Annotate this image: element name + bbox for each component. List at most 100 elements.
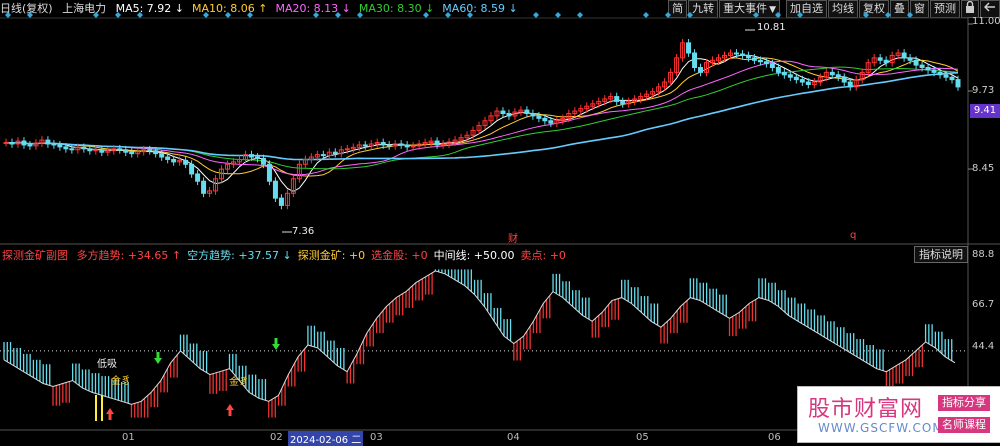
sell-arrow-icon: [154, 352, 162, 364]
candle-body: [344, 148, 350, 151]
candle-body: [27, 144, 33, 147]
candle-body: [620, 100, 626, 105]
candle-body: [913, 59, 919, 66]
candle-body: [69, 148, 75, 151]
finance-marker[interactable]: 财: [508, 230, 518, 245]
candle-body: [410, 145, 416, 148]
candle-body: [260, 157, 266, 165]
candle-body: [781, 71, 787, 76]
indicator-item: 选金股: +0: [371, 249, 428, 262]
candle-body: [500, 110, 506, 114]
candle-body: [278, 197, 284, 206]
candle-body: [949, 76, 955, 81]
event-diamond-icon: [665, 12, 671, 18]
candle-body: [955, 79, 961, 88]
candle-body: [201, 180, 207, 194]
high-price-label: 10.81: [757, 22, 786, 33]
event-diamond-icon: [335, 12, 341, 18]
event-diamond-icon: [247, 12, 253, 18]
candle-body: [332, 151, 338, 155]
candle-body: [907, 57, 913, 61]
candle-body: [919, 64, 925, 69]
candle-body: [254, 156, 260, 159]
price-axis-low: 8.45: [972, 163, 995, 174]
candle-body: [9, 142, 15, 145]
candle-body: [805, 81, 811, 85]
event-diamond-icon: [357, 12, 363, 18]
candle-body: [171, 158, 177, 163]
candle-body: [548, 120, 554, 124]
jinsui-label-1: 金豸: [111, 376, 131, 387]
q-marker[interactable]: q: [850, 230, 856, 241]
event-diamond-icon: [423, 12, 429, 18]
indicator-axis-low: 44.4: [972, 341, 995, 352]
ma-line-ma60: [5, 72, 959, 161]
candle-body: [692, 52, 698, 69]
candle-body: [45, 139, 51, 145]
candle-body: [63, 146, 69, 150]
candle-body: [248, 154, 254, 158]
candle-body: [775, 67, 781, 73]
event-diamond-icon: [863, 12, 869, 18]
candle-body: [536, 115, 542, 119]
date-highlight: 2024-02-06 二: [288, 431, 364, 446]
indicator-item: 卖点: +0: [520, 249, 566, 262]
candle-body: [686, 42, 692, 54]
candle-body: [739, 53, 745, 56]
candle-body: [931, 69, 937, 73]
indicator-item: 中间线: +50.00: [433, 249, 515, 262]
watermark-badge-course: 名师课程: [938, 417, 990, 433]
current-price-tag: 9.41: [970, 104, 1000, 118]
candle-body: [57, 144, 63, 148]
x-label-05: 05: [636, 432, 649, 443]
indicator-item: 空方趋势: +37.57 ↓: [187, 249, 292, 262]
price-axis-mid: 9.73: [972, 85, 995, 96]
candle-body: [793, 76, 799, 81]
candle-body: [3, 142, 9, 145]
event-diamond-icon: [27, 12, 33, 18]
candle-body: [829, 71, 835, 76]
candle-body: [320, 154, 326, 157]
candle-body: [123, 149, 129, 153]
candle-body: [506, 112, 512, 117]
candle-body: [763, 61, 769, 65]
candle-body: [524, 109, 530, 114]
candle-body: [195, 173, 201, 182]
candle-body: [362, 144, 368, 147]
event-diamond-icon: [93, 12, 99, 18]
candle-body: [925, 67, 931, 71]
candle-body: [129, 151, 135, 155]
candle-body: [87, 148, 93, 152]
dixi-label: 低吸: [97, 359, 117, 370]
event-diamond-icon: [885, 12, 891, 18]
candle-body: [901, 52, 907, 59]
candle-body: [799, 79, 805, 83]
event-diamond-icon: [203, 12, 209, 18]
candle-body: [380, 142, 386, 146]
ma-line-ma10: [5, 57, 959, 177]
candle-body: [440, 143, 446, 146]
price-chart[interactable]: [0, 0, 1000, 441]
indicator-axis-mid: 66.7: [972, 299, 995, 310]
indicator-items: 多方趋势: +34.65 ↑ 空方趋势: +37.57 ↓ 探测金矿: +0 选金股:…: [77, 249, 572, 262]
candle-body: [937, 71, 943, 76]
candle-body: [81, 146, 87, 150]
event-diamond-icon: [643, 12, 649, 18]
candle-body: [398, 143, 404, 146]
candle-body: [21, 140, 27, 146]
indicator-name[interactable]: 探测金矿副图: [2, 249, 68, 262]
watermark-logo: 股市财富网 WWW.GSCFW.COM 指标分享 名师课程: [797, 386, 1000, 443]
x-label-02: 02: [270, 432, 283, 443]
candle-body: [51, 143, 57, 146]
candle-body: [745, 54, 751, 59]
candle-body: [787, 74, 793, 78]
candle-body: [159, 153, 165, 158]
event-diamond-icon: [445, 12, 451, 18]
event-diamond-icon: [907, 12, 913, 18]
event-diamond-icon: [577, 12, 583, 18]
candle-body: [698, 67, 704, 73]
candle-body: [877, 57, 883, 61]
candle-body: [614, 96, 620, 102]
indicator-help-button[interactable]: 指标说明: [914, 246, 968, 263]
candle-body: [189, 163, 195, 175]
